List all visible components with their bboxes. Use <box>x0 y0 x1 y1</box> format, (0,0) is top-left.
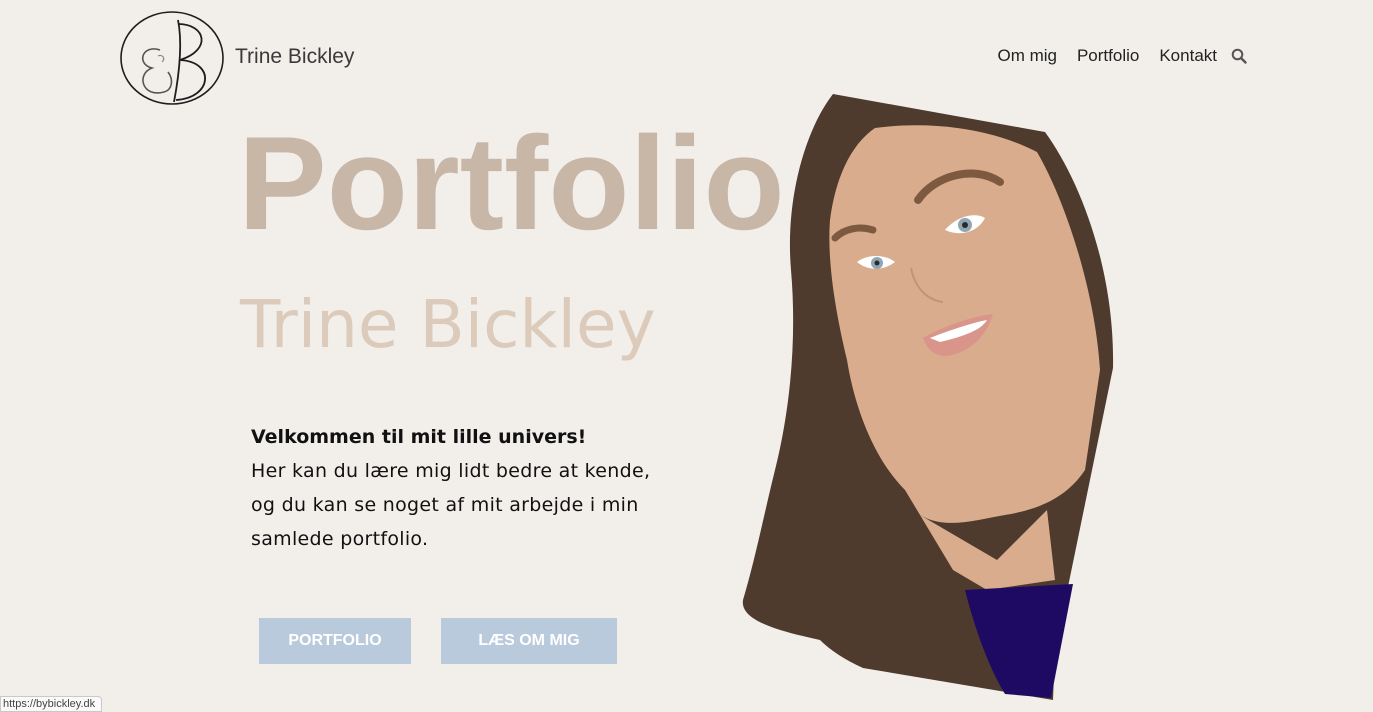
intro-body: Her kan du lære mig lidt bedre at kende,… <box>251 460 651 550</box>
nav-item-kontakt[interactable]: Kontakt <box>1159 46 1217 66</box>
logo-icon[interactable] <box>120 10 226 107</box>
hero-title: Portfolio <box>238 110 785 258</box>
portfolio-button[interactable]: PORTFOLIO <box>259 618 411 664</box>
intro-heading: Velkommen til mit lille univers! <box>251 426 587 448</box>
portrait-illustration <box>742 94 1114 700</box>
about-button[interactable]: LÆS OM MIG <box>441 618 617 664</box>
site-header: Trine Bickley Om mig Portfolio Kontakt <box>0 0 1373 115</box>
nav-item-om-mig[interactable]: Om mig <box>997 46 1057 66</box>
intro-text: Velkommen til mit lille univers! Her kan… <box>251 420 651 556</box>
status-bar-url: https://bybickley.dk <box>0 696 103 712</box>
main-nav: Om mig Portfolio Kontakt <box>977 46 1247 66</box>
search-icon[interactable] <box>1231 48 1247 64</box>
nav-item-portfolio[interactable]: Portfolio <box>1077 46 1139 66</box>
hero-subtitle: Trine Bickley <box>240 286 656 363</box>
site-title[interactable]: Trine Bickley <box>235 45 354 69</box>
